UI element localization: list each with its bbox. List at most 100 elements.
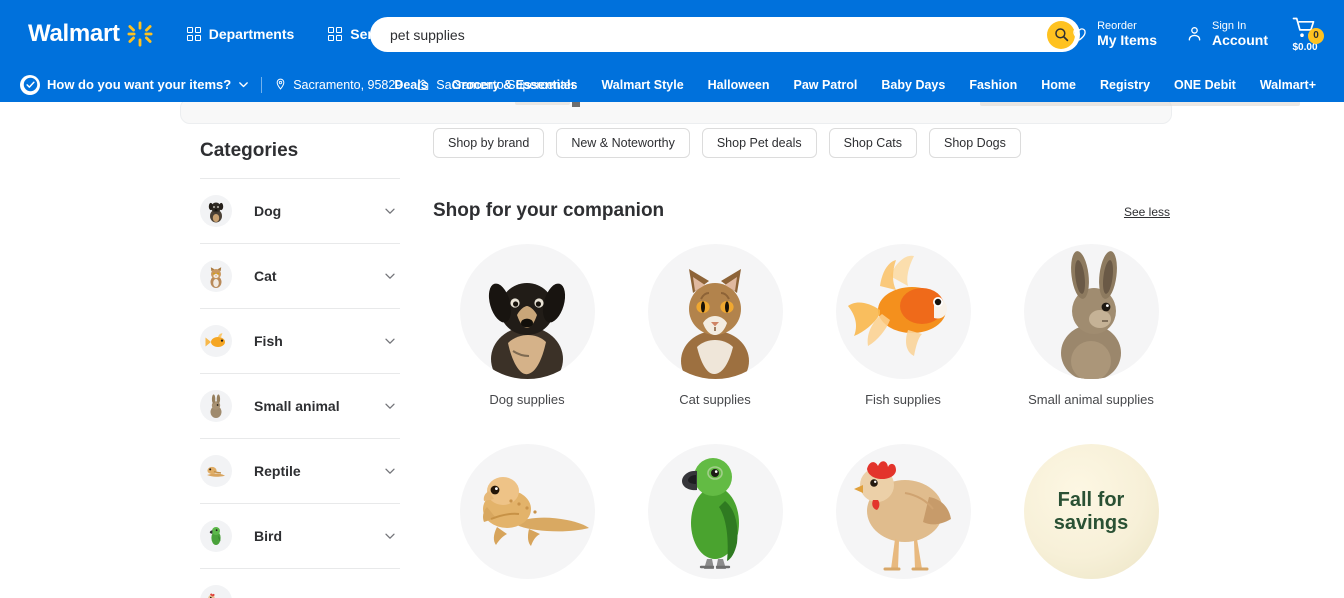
section-title: Shop for your companion [433,200,665,221]
reorder-my-items-button[interactable]: Reorder My Items [1056,20,1171,49]
search-input[interactable] [390,26,1047,43]
departments-label: Departments [208,26,295,42]
section-header: Shop for your companion See less [433,200,1170,222]
rabbit-thumb-icon [200,390,232,422]
sidebar-item-farm-animal[interactable] [200,568,400,598]
tile-dog-supplies[interactable]: Dog supplies [433,244,621,444]
delivery-badge-icon [20,74,40,95]
lizard-photo-icon [483,476,589,546]
sidebar-item-small-animal[interactable]: Small animal [200,373,400,438]
tile-small-animal-supplies[interactable]: Small animal supplies [997,244,1185,444]
chicken-photo-icon [854,461,951,571]
subnav-link-deals[interactable]: Deals [382,78,439,92]
subnav-link-baby-days[interactable]: Baby Days [869,78,957,92]
chevron-down-icon [385,533,395,539]
account-label: Account [1212,32,1268,49]
chevron-down-icon [385,273,395,279]
reorder-label: Reorder [1097,19,1137,32]
subnav-link-home[interactable]: Home [1029,78,1088,92]
sidebar-item-bird[interactable]: Bird [200,503,400,568]
tile-image [835,444,971,579]
tile-label: Dog supplies [489,392,565,407]
grid-icon [328,27,343,41]
promo-line-2: savings [1053,511,1129,534]
cat-thumb-icon [200,260,232,292]
fulfillment-selector[interactable]: How do you want your items? [20,74,249,95]
heart-icon [1073,28,1086,41]
promo-line-1: Fall for [1057,488,1125,511]
subnav-link-one-debit[interactable]: ONE Debit [1162,78,1248,92]
search-bar [370,17,1080,52]
departments-button[interactable]: Departments [186,26,295,42]
tile-fish-supplies[interactable]: Fish supplies [809,244,997,444]
scrolled-banner-text-blur-right [980,102,1300,106]
page-body: Categories Dog Cat Fish Small animal Rep… [0,102,1344,598]
subnav-divider [261,76,263,93]
subnav-link-paw-patrol[interactable]: Paw Patrol [781,78,869,92]
quick-filter-pills: Shop by brand New & Noteworthy Shop Pet … [433,128,1173,158]
tile-cat-supplies[interactable]: Cat supplies [621,244,809,444]
sidebar-item-label: Cat [254,268,277,284]
sidebar-item-label: Bird [254,528,282,544]
pill-shop-dogs[interactable]: Shop Dogs [929,128,1021,158]
cart-button[interactable]: 0 $0.00 [1282,16,1328,53]
sidebar-item-label: Fish [254,333,283,349]
chevron-down-icon [385,468,395,474]
tile-fall-for-savings-promo[interactable]: Fall for savings [997,444,1185,598]
grid-icon [186,27,201,41]
sidebar-item-label: Small animal [254,398,340,414]
companion-tiles-grid: Dog supplies Cat supplies Fish supplies … [433,244,1173,598]
chevron-down-icon [385,403,395,409]
subnav-link-halloween[interactable]: Halloween [696,78,782,92]
dog-photo-icon [488,283,566,379]
categories-sidebar: Categories Dog Cat Fish Small animal Rep… [200,140,400,598]
sidebar-item-label: Reptile [254,463,301,479]
dog-thumb-icon [200,195,232,227]
chicken-thumb-icon [200,585,232,598]
tile-image [647,444,783,579]
user-icon [1188,27,1201,41]
subnav-link-fashion[interactable]: Fashion [957,78,1029,92]
main-content: Shop by brand New & Noteworthy Shop Pet … [433,128,1173,598]
tile-label: Cat supplies [679,392,751,407]
walmart-wordmark: Walmart [28,20,120,47]
sidebar-item-label: Dog [254,203,282,219]
tile-reptile-supplies[interactable] [433,444,621,598]
tile-image [459,244,595,379]
tile-bird-supplies[interactable] [621,444,809,598]
scrolled-banner-mark-blur [572,102,580,107]
cart-count-badge: 0 [1308,27,1324,44]
parrot-photo-icon [682,458,739,569]
subnav-link-walmart-style[interactable]: Walmart Style [589,78,695,92]
pill-new-noteworthy[interactable]: New & Noteworthy [556,128,690,158]
pill-shop-by-brand[interactable]: Shop by brand [433,128,545,158]
tile-image [647,244,783,379]
subnav-link-grocery-essentials[interactable]: Grocery & Essentials [440,78,590,92]
pill-shop-cats[interactable]: Shop Cats [828,128,917,158]
sign-in-label: Sign In [1212,19,1247,32]
categories-title: Categories [200,140,299,161]
subnav-link-walmart-plus[interactable]: Walmart+ [1248,78,1328,92]
sidebar-item-reptile[interactable]: Reptile [200,438,400,503]
pill-shop-pet-deals[interactable]: Shop Pet deals [701,128,817,158]
rabbit-photo-icon [1061,251,1121,379]
sidebar-item-fish[interactable]: Fish [200,308,400,373]
tile-label: Fish supplies [865,392,941,407]
tile-image [1023,244,1159,379]
sidebar-item-cat[interactable]: Cat [200,243,400,308]
chevron-down-icon [239,82,249,88]
account-button[interactable]: Sign In Account [1171,20,1282,49]
header-actions: Reorder My Items Sign In Account 0 $0.00 [1056,0,1328,68]
subnav-link-registry[interactable]: Registry [1088,78,1162,92]
fall-savings-promo: Fall for savings [1023,444,1159,579]
tile-farm-animal-supplies[interactable] [809,444,997,598]
subnav-links: Deals Grocery & Essentials Walmart Style… [382,68,1328,102]
goldfish-photo-icon [848,255,947,356]
cat-photo-icon [681,269,749,379]
see-less-link[interactable]: See less [1124,205,1170,219]
scrolled-banner-text-blur [515,102,570,105]
walmart-logo[interactable]: Walmart [28,20,153,48]
pin-icon [276,78,285,90]
tile-label: Small animal supplies [1028,392,1154,407]
sidebar-item-dog[interactable]: Dog [200,178,400,243]
